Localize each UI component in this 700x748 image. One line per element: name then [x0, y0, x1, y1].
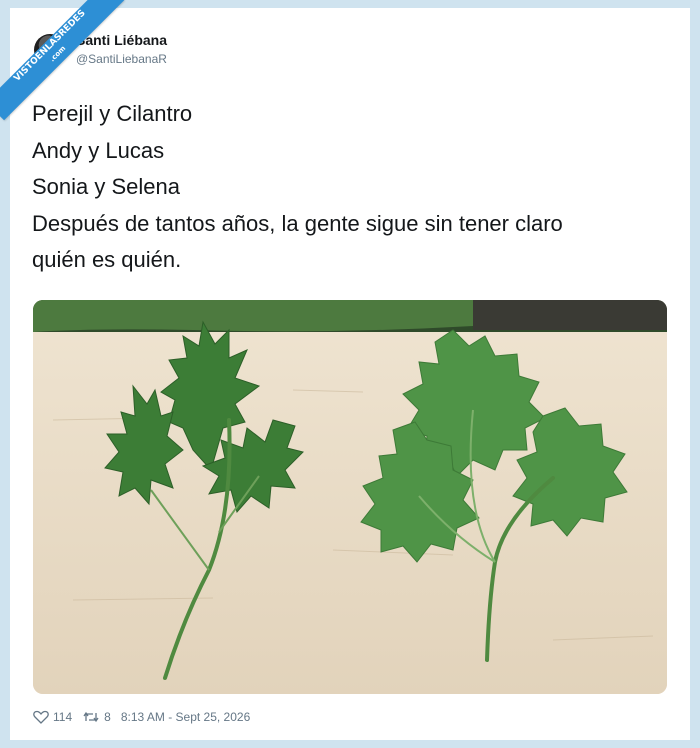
retweet-count: 8: [104, 710, 111, 724]
retweet-stat[interactable]: 8: [82, 710, 111, 724]
tweet-timestamp[interactable]: 8:13 AM - Sept 25, 2026: [121, 710, 250, 724]
retweet-icon[interactable]: [82, 710, 100, 724]
like-stat[interactable]: 114: [33, 710, 72, 724]
tweet-photo[interactable]: [33, 300, 667, 694]
tweet-line: Andy y Lucas: [32, 137, 165, 163]
author-handle[interactable]: @SantiLiebanaR: [76, 52, 167, 66]
tweet-line: Perejil y Cilantro: [32, 101, 193, 126]
tweet-line: Sonia y Selena: [32, 174, 180, 199]
tweet-text: Perejil y Cilantro Andy y Lucas Sonia y …: [32, 96, 672, 279]
tweet-card: VISTOENLASREDES .com Santi Liébana @Sant…: [0, 0, 690, 740]
tweet-footer: 114 8 8:13 AM - Sept 25, 2026: [33, 708, 250, 726]
like-count: 114: [53, 710, 73, 724]
heart-icon[interactable]: [33, 710, 49, 724]
leaves-photo: [33, 300, 667, 694]
tweet-line: Después de tantos años, la gente sigue s…: [32, 210, 563, 236]
tweet-line: quién es quién.: [32, 247, 182, 272]
